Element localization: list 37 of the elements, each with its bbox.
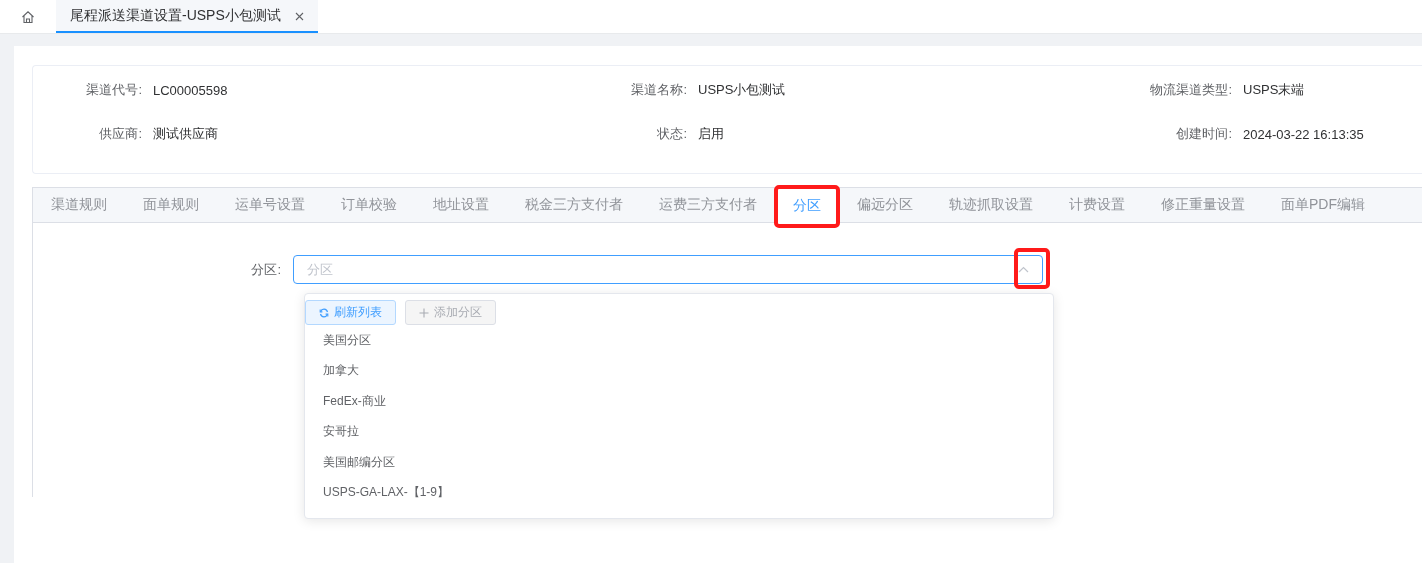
field-value: 2024-03-22 16:13:35 (1243, 126, 1365, 142)
field-value: LC00005598 (153, 82, 229, 98)
tab[interactable]: 运单号设置 (217, 187, 323, 222)
zone-select[interactable]: 分区 (293, 255, 1043, 284)
dropdown-option[interactable]: FedEx-商业 (305, 386, 1053, 417)
tab[interactable]: 偏远分区 (839, 187, 931, 222)
field-label: 渠道名称: (630, 81, 688, 99)
field-value: USPS小包测试 (698, 81, 787, 99)
dropdown-option[interactable]: 美国邮编分区 (305, 447, 1053, 478)
field-label: 供应商: (98, 125, 143, 143)
tab[interactable]: 渠道规则 (33, 187, 125, 222)
dropdown-option[interactable]: USPS-GA-LAX-【1-9】 (305, 477, 1053, 508)
field-label: 创建时间: (1175, 125, 1233, 143)
field-label: 物流渠道类型: (1149, 81, 1233, 99)
field-value: 启用 (698, 125, 725, 143)
tab[interactable]: 计费设置 (1051, 187, 1143, 222)
refresh-button[interactable]: 刷新列表 (305, 300, 396, 325)
field-value: 测试供应商 (153, 125, 219, 143)
field-label: 渠道代号: (85, 81, 143, 99)
home-icon[interactable] (21, 9, 35, 24)
tab[interactable]: 修正重量设置 (1143, 187, 1263, 222)
tab[interactable]: 运费三方支付者 (641, 187, 775, 222)
field-label: 分区: (250, 260, 282, 279)
tab[interactable]: 地址设置 (415, 187, 507, 222)
tab[interactable]: 订单校验 (323, 187, 415, 222)
tab[interactable]: 面单规则 (125, 187, 217, 222)
refresh-icon (319, 307, 329, 318)
dropdown-option[interactable]: 安哥拉 (305, 416, 1053, 447)
field-label: 状态: (656, 125, 688, 143)
page-tab[interactable]: 尾程派送渠道设置-USPS小包测试 (56, 0, 318, 33)
field-value: USPS末端 (1243, 81, 1306, 99)
plus-icon (419, 307, 429, 318)
dropdown-option[interactable]: 加拿大 (305, 355, 1053, 386)
tab[interactable]: 面单PDF编辑 (1263, 187, 1383, 222)
dropdown-option[interactable]: 美国分区 (305, 325, 1053, 356)
tab[interactable]: 税金三方支付者 (507, 187, 641, 222)
tab[interactable]: 轨迹抓取设置 (931, 187, 1051, 222)
